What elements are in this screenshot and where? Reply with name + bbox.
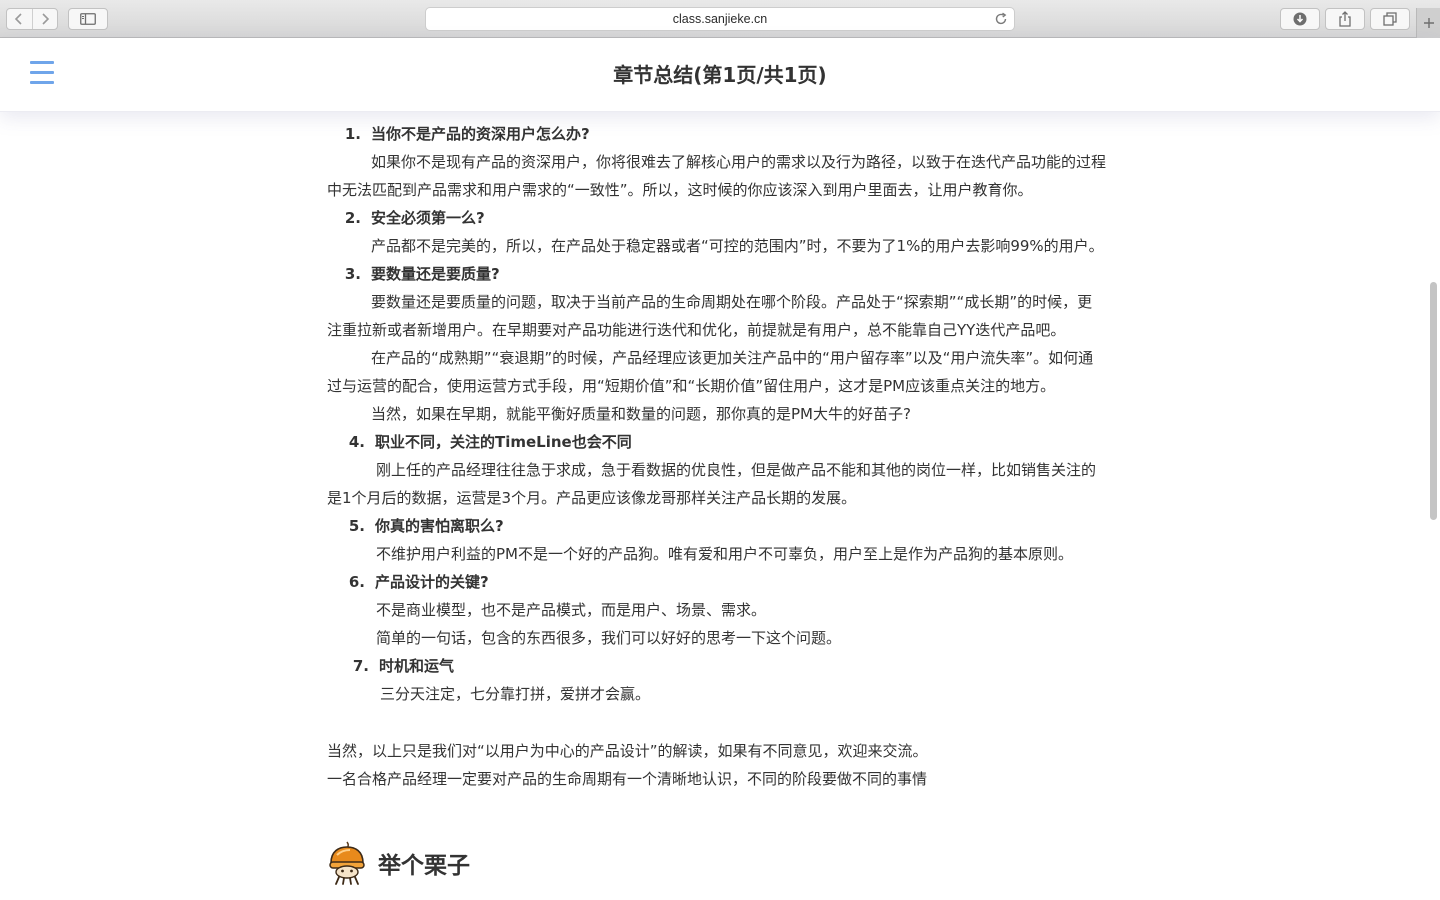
share-button[interactable] xyxy=(1325,8,1365,30)
chevron-left-icon xyxy=(15,13,23,25)
paragraph: 不是商业模型，也不是产品模式，而是用户、场景、需求。 xyxy=(376,601,767,619)
reload-icon[interactable] xyxy=(993,11,1009,27)
paragraph: 三分天注定，七分靠打拼，爱拼才会赢。 xyxy=(380,685,651,703)
section-title-text: 要数量还是要质量? xyxy=(371,265,500,283)
section-number: 4. xyxy=(348,433,365,451)
address-bar[interactable]: class.sanjieke.cn xyxy=(425,7,1015,31)
section-number: 2. xyxy=(344,209,361,227)
new-tab-button[interactable] xyxy=(1416,8,1440,38)
closing-line: 当然，以上只是我们对“以用户为中心的产品设计”的解读，如果有不同意见，欢迎来交流… xyxy=(327,742,928,760)
paragraph: 不维护用户利益的PM不是一个好的产品狗。唯有爱和用户不可辜负，用户至上是作为产品… xyxy=(376,545,1073,563)
section-number: 7. xyxy=(352,657,369,675)
paragraph: 如果你不是现有产品的资深用户，你将很难去了解核心用户的需求以及行为路径，以致于在… xyxy=(327,153,1107,199)
chestnut-mascot-icon xyxy=(329,841,365,885)
sidebar-icon xyxy=(80,13,96,25)
scrollbar-thumb[interactable] xyxy=(1430,282,1437,520)
section-title: 3. 要数量还是要质量? xyxy=(327,260,1107,288)
section-title: 7. 时机和运气 xyxy=(327,652,1107,680)
paragraph: 刚上任的产品经理往往急于求成，急于看数据的优良性，但是做产品不能和其他的岗位一样… xyxy=(327,461,1097,507)
closing-line: 一名合格产品经理一定要对产品的生命周期有一个清晰地认识，不同的阶段要做不同的事情 xyxy=(327,770,928,788)
sidebar-toggle-button[interactable] xyxy=(68,8,108,30)
paragraph: 当然，如果在早期，就能平衡好质量和数量的问题，那你真的是PM大牛的好苗子? xyxy=(371,405,911,423)
page-scrollbar[interactable] xyxy=(1428,38,1440,900)
plus-icon xyxy=(1423,18,1434,28)
chevron-right-icon xyxy=(42,13,50,25)
browser-toolbar: class.sanjieke.cn xyxy=(0,0,1440,38)
paragraph: 要数量还是要质量的问题，取决于当前产品的生命周期处在哪个阶段。产品处于“探索期”… xyxy=(327,293,1093,339)
example-heading-row: 举个栗子 xyxy=(328,838,470,888)
section-title: 6. 产品设计的关键? xyxy=(327,568,1107,596)
section-number: 5. xyxy=(348,517,365,535)
section-title: 2. 安全必须第一么? xyxy=(327,204,1107,232)
section-title-text: 安全必须第一么? xyxy=(371,209,485,227)
page-header: 章节总结(第1页/共1页) xyxy=(0,38,1440,112)
section-number: 3. xyxy=(344,265,361,283)
section-title: 1. 当你不是产品的资深用户怎么办? xyxy=(327,120,1107,148)
history-nav-group xyxy=(6,8,58,30)
example-heading: 举个栗子 xyxy=(378,853,470,879)
paragraph: 简单的一句话，包含的东西很多，我们可以好好的思考一下这个问题。 xyxy=(376,629,842,647)
section-title-text: 职业不同，关注的TimeLine也会不同 xyxy=(375,433,632,451)
section-title: 5. 你真的害怕离职么? xyxy=(327,512,1107,540)
section-title: 4. 职业不同，关注的TimeLine也会不同 xyxy=(327,428,1107,456)
page-title: 章节总结(第1页/共1页) xyxy=(613,63,827,87)
section-title-text: 产品设计的关键? xyxy=(375,573,489,591)
section-title-text: 你真的害怕离职么? xyxy=(375,517,504,535)
downloads-button[interactable] xyxy=(1280,8,1320,30)
section-title-text: 时机和运气 xyxy=(379,657,455,675)
section-title-text: 当你不是产品的资深用户怎么办? xyxy=(371,125,590,143)
back-button[interactable] xyxy=(7,9,32,29)
url-host: class.sanjieke.cn xyxy=(672,12,768,26)
tabs-icon xyxy=(1383,12,1397,26)
section-number: 6. xyxy=(348,573,365,591)
tabs-overview-button[interactable] xyxy=(1370,8,1410,30)
paragraph: 产品都不是完美的，所以，在产品处于稳定器或者“可控的范围内”时，不要为了1%的用… xyxy=(371,237,1104,255)
forward-button[interactable] xyxy=(31,9,57,29)
share-icon xyxy=(1339,11,1351,27)
chapter-summary-content: 1. 当你不是产品的资深用户怎么办? 如果你不是现有产品的资深用户，你将很难去了解… xyxy=(327,120,1107,793)
download-icon xyxy=(1293,12,1307,26)
section-number: 1. xyxy=(344,125,361,143)
paragraph: 在产品的“成熟期”“衰退期”的时候，产品经理应该更加关注产品中的“用户留存率”以… xyxy=(327,349,1094,395)
